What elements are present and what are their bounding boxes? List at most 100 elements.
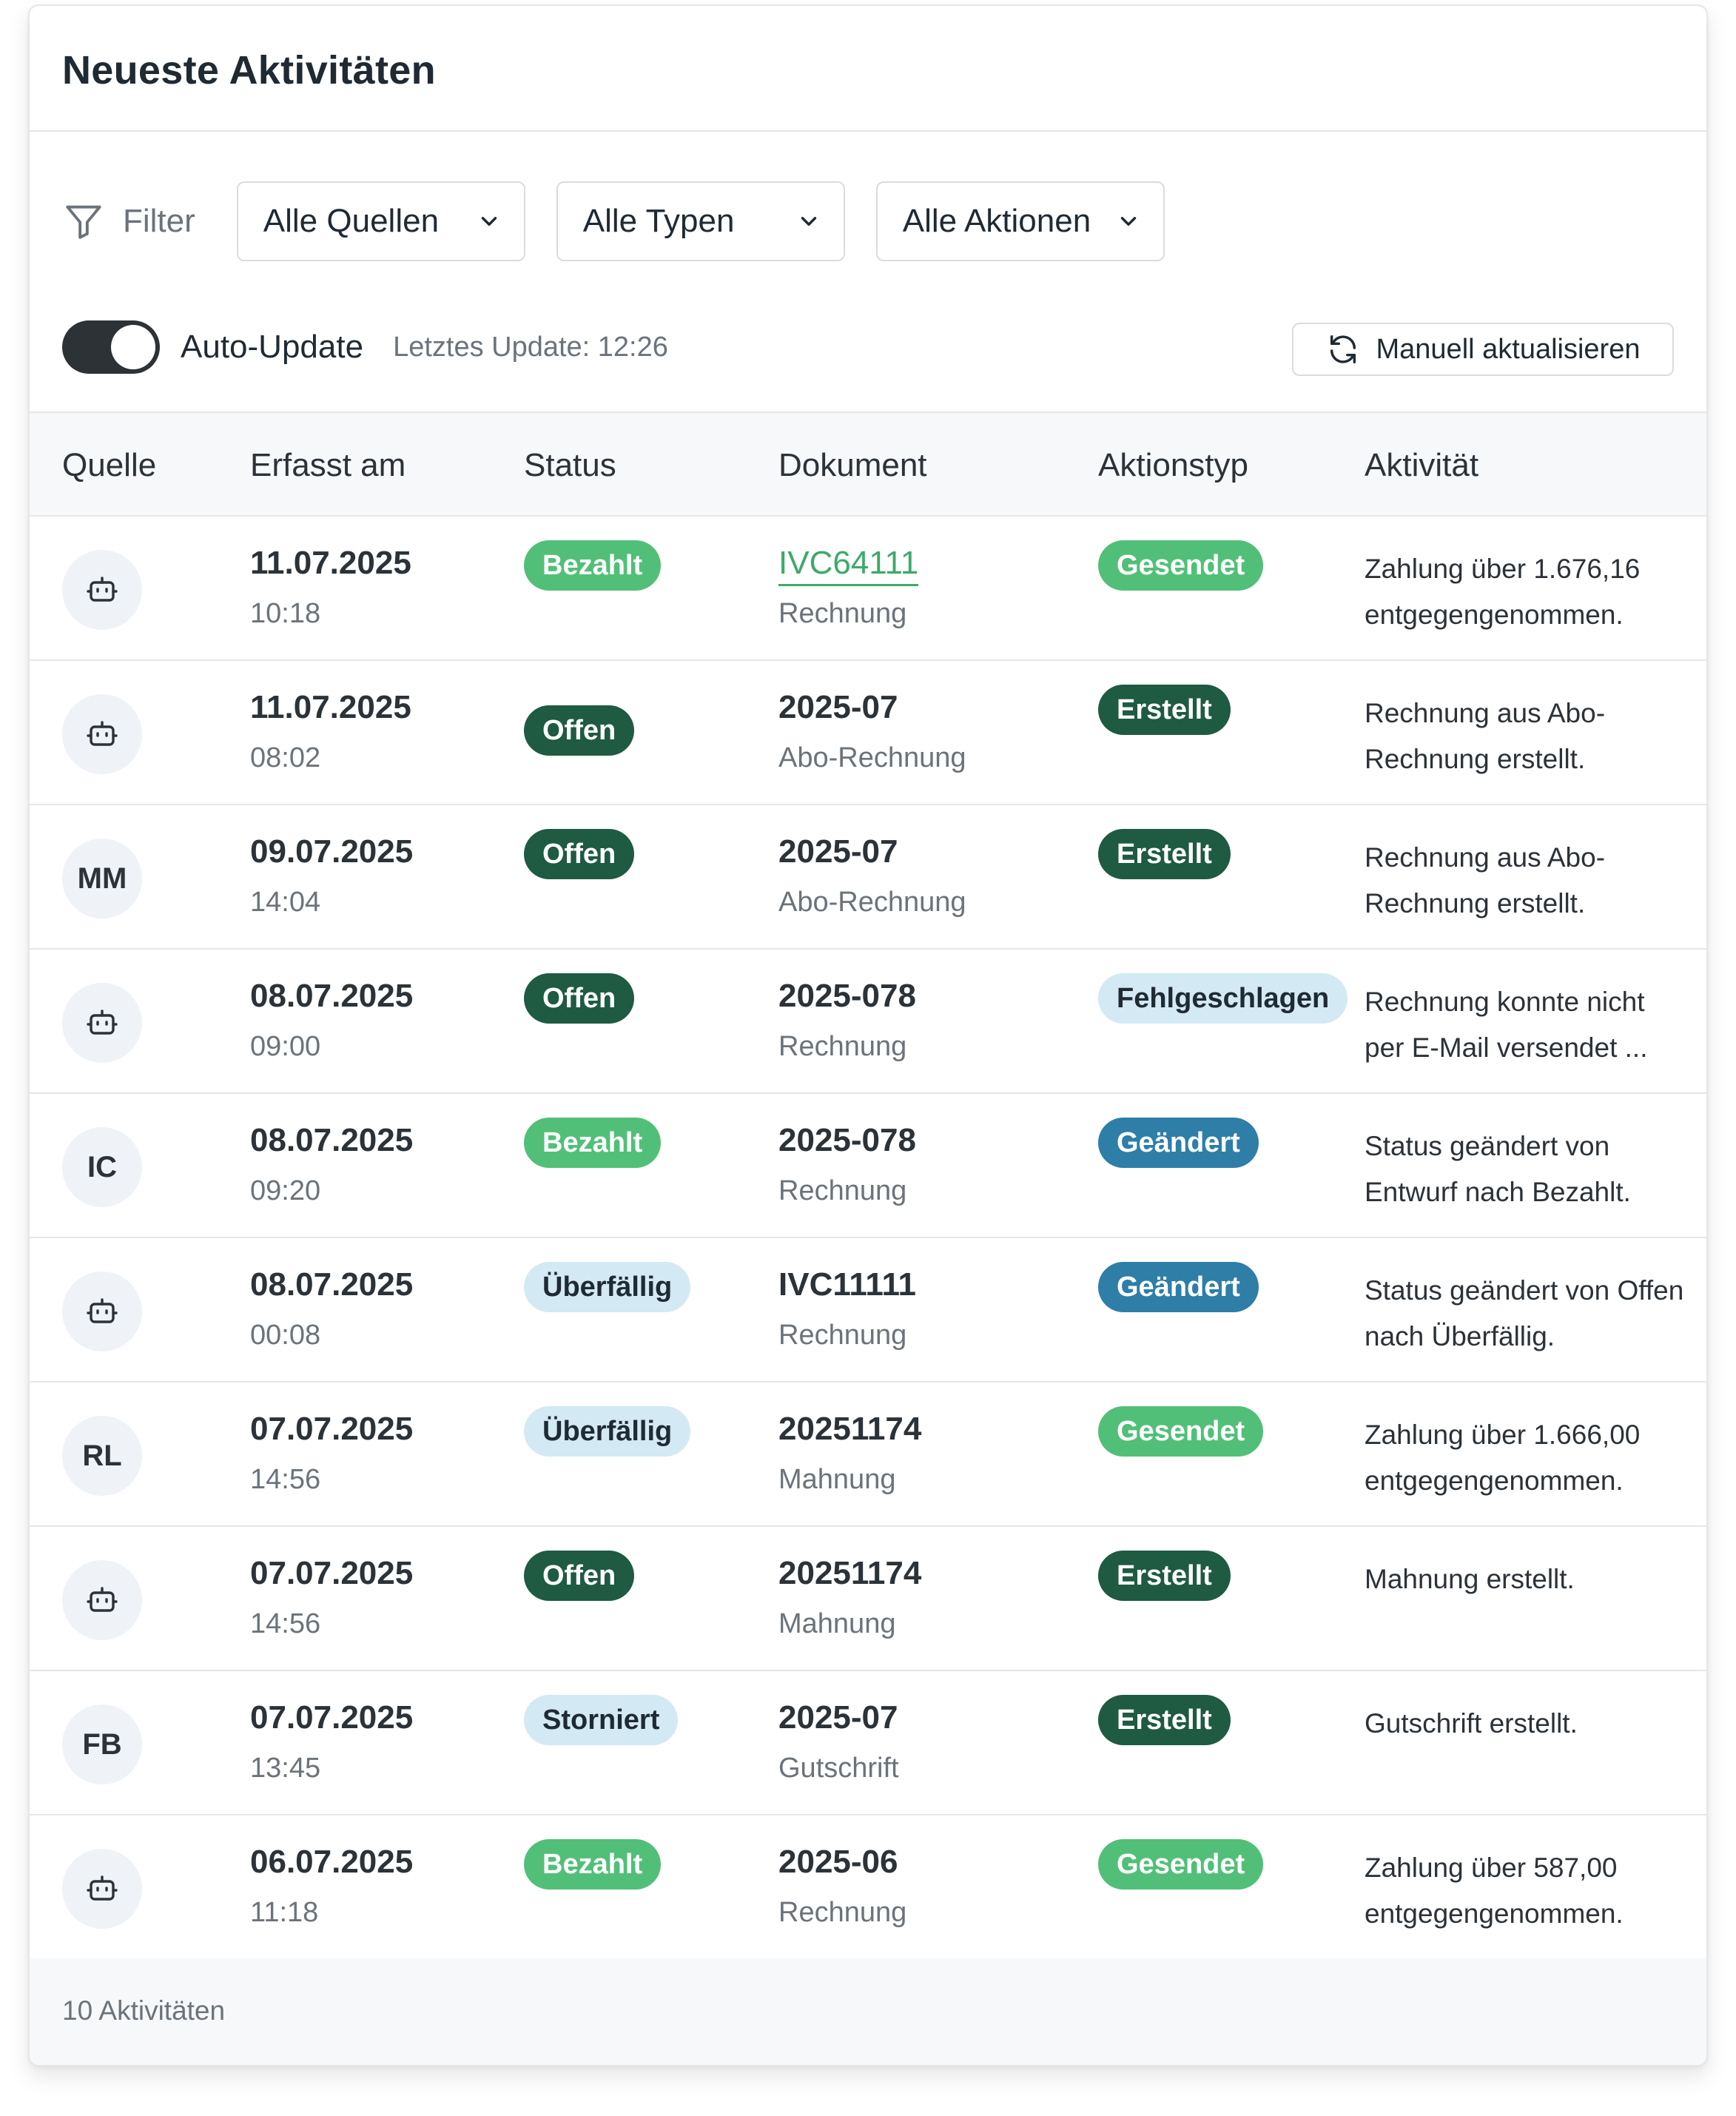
table-row[interactable]: 08.07.2025 09:00 Offen 2025-078 Rechnung…	[30, 950, 1706, 1094]
captured-date: 08.07.2025	[250, 1122, 414, 1158]
action-type-badge: Erstellt	[1098, 685, 1231, 735]
captured-time: 14:56	[250, 1608, 321, 1639]
document-number: 2025-07	[778, 833, 898, 870]
action-type-badge: Erstellt	[1098, 829, 1231, 879]
column-header-action-type: Aktionstyp	[1098, 447, 1248, 483]
column-header-document: Dokument	[778, 447, 927, 483]
status-badge: Offen	[524, 973, 635, 1024]
captured-date: 08.07.2025	[250, 1266, 414, 1303]
status-badge: Bezahlt	[524, 1839, 662, 1890]
action-type-badge: Gesendet	[1098, 1839, 1264, 1890]
document-number: 2025-078	[778, 978, 916, 1014]
column-header-status: Status	[524, 447, 616, 483]
status-badge: Storniert	[524, 1695, 679, 1745]
document-type: Rechnung	[778, 1320, 907, 1351]
robot-icon	[84, 716, 120, 752]
status-badge: Bezahlt	[524, 1118, 662, 1168]
filter-label-text: Filter	[123, 203, 195, 239]
robot-icon	[84, 1582, 120, 1618]
document-number: 2025-07	[778, 1699, 898, 1736]
activity-table: Quelle Erfasst am Status Dokument Aktion…	[30, 413, 1706, 1960]
auto-update-toggle[interactable]	[62, 320, 160, 374]
document-type: Abo-Rechnung	[778, 742, 966, 773]
table-row[interactable]: 08.07.2025 00:08 Überfällig IVC11111 Rec…	[30, 1238, 1706, 1383]
robot-icon	[84, 1294, 120, 1329]
manual-refresh-label: Manuell aktualisieren	[1376, 333, 1641, 365]
activity-text: Zahlung über 1.666,00 entgegengenommen.	[1365, 1420, 1641, 1496]
source-avatar	[62, 983, 142, 1063]
document-number: 2025-07	[778, 689, 898, 725]
activity-card: Neueste Aktivitäten Filter Alle Quellen …	[28, 4, 1708, 2066]
status-badge: Überfällig	[524, 1262, 691, 1312]
activity-text: Status geändert von Offen nach Überfälli…	[1365, 1275, 1684, 1351]
robot-icon	[84, 1005, 120, 1041]
captured-time: 00:08	[250, 1320, 321, 1351]
card-header: Neueste Aktivitäten	[30, 6, 1706, 132]
activity-text: Rechnung aus Abo-Rechnung erstellt.	[1365, 842, 1606, 918]
action-type-badge: Erstellt	[1098, 1695, 1231, 1745]
activity-text: Status geändert von Entwurf nach Bezahlt…	[1365, 1131, 1631, 1207]
action-select-value: Alle Aktionen	[902, 203, 1091, 239]
controls-panel: Filter Alle Quellen Alle Typen Alle Akti…	[30, 132, 1706, 413]
table-row[interactable]: MM 09.07.2025 14:04 Offen 2025-07 Abo-Re…	[30, 805, 1706, 950]
table-row[interactable]: FB 07.07.2025 13:45 Storniert 2025-07 Gu…	[30, 1671, 1706, 1816]
table-row[interactable]: 06.07.2025 11:18 Bezahlt 2025-06 Rechnun…	[30, 1816, 1706, 1960]
document-type: Mahnung	[778, 1608, 896, 1639]
captured-date: 07.07.2025	[250, 1699, 414, 1736]
captured-date: 11.07.2025	[250, 545, 411, 581]
chevron-down-icon	[477, 209, 502, 234]
document-type: Mahnung	[778, 1464, 896, 1495]
captured-date: 07.07.2025	[250, 1555, 414, 1591]
captured-time: 08:02	[250, 742, 321, 773]
captured-date: 08.07.2025	[250, 978, 414, 1014]
action-type-badge: Gesendet	[1098, 540, 1264, 591]
source-avatar	[62, 694, 142, 774]
captured-time: 09:20	[250, 1175, 321, 1206]
document-link[interactable]: IVC64111	[778, 545, 919, 586]
robot-icon	[84, 572, 120, 608]
filter-label: Filter	[62, 200, 195, 243]
document-number: IVC64111	[778, 545, 919, 586]
source-avatar: FB	[62, 1704, 142, 1784]
table-body: 11.07.2025 10:18 Bezahlt IVC64111 Rechnu…	[30, 517, 1706, 1960]
document-type: Rechnung	[778, 1175, 907, 1206]
source-select[interactable]: Alle Quellen	[236, 181, 525, 261]
activity-text: Zahlung über 587,00 entgegengenommen.	[1365, 1853, 1624, 1929]
document-type: Rechnung	[778, 1897, 907, 1928]
table-row[interactable]: IC 08.07.2025 09:20 Bezahlt 2025-078 Rec…	[30, 1094, 1706, 1238]
table-row[interactable]: 07.07.2025 14:56 Offen 20251174 Mahnung …	[30, 1527, 1706, 1671]
chevron-down-icon	[1116, 209, 1141, 234]
action-type-badge: Fehlgeschlagen	[1098, 973, 1348, 1024]
captured-time: 11:18	[250, 1897, 319, 1928]
document-number: IVC11111	[778, 1266, 916, 1303]
column-header-source: Quelle	[62, 447, 157, 483]
table-header: Quelle Erfasst am Status Dokument Aktion…	[30, 413, 1706, 517]
table-row[interactable]: 11.07.2025 10:18 Bezahlt IVC64111 Rechnu…	[30, 517, 1706, 661]
source-avatar	[62, 1272, 142, 1351]
source-avatar: IC	[62, 1127, 142, 1207]
captured-date: 11.07.2025	[250, 689, 411, 725]
document-number: 20251174	[778, 1555, 922, 1591]
captured-time: 13:45	[250, 1753, 321, 1784]
table-row[interactable]: 11.07.2025 08:02 Offen 2025-07 Abo-Rechn…	[30, 661, 1706, 805]
status-badge: Offen	[524, 1551, 635, 1601]
auto-update-label: Auto-Update	[181, 329, 364, 365]
activity-text: Zahlung über 1.676,16 entgegengenommen.	[1365, 554, 1641, 630]
action-select[interactable]: Alle Aktionen	[875, 181, 1165, 261]
type-select[interactable]: Alle Typen	[556, 181, 845, 261]
table-footer: 10 Aktivitäten	[30, 1958, 1706, 2065]
action-type-badge: Geändert	[1098, 1262, 1259, 1312]
table-row[interactable]: RL 07.07.2025 14:56 Überfällig 20251174 …	[30, 1383, 1706, 1527]
captured-date: 09.07.2025	[250, 833, 414, 870]
activity-text: Mahnung erstellt.	[1365, 1564, 1575, 1594]
chevron-down-icon	[796, 209, 821, 234]
action-type-badge: Gesendet	[1098, 1406, 1264, 1457]
action-type-badge: Geändert	[1098, 1118, 1259, 1168]
manual-refresh-button[interactable]: Manuell aktualisieren	[1292, 323, 1674, 376]
activity-count: 10 Aktivitäten	[62, 1995, 226, 2026]
document-type: Rechnung	[778, 598, 907, 629]
status-badge: Überfällig	[524, 1406, 691, 1457]
captured-date: 06.07.2025	[250, 1844, 414, 1880]
source-select-value: Alle Quellen	[263, 203, 440, 239]
source-avatar: RL	[62, 1416, 142, 1496]
